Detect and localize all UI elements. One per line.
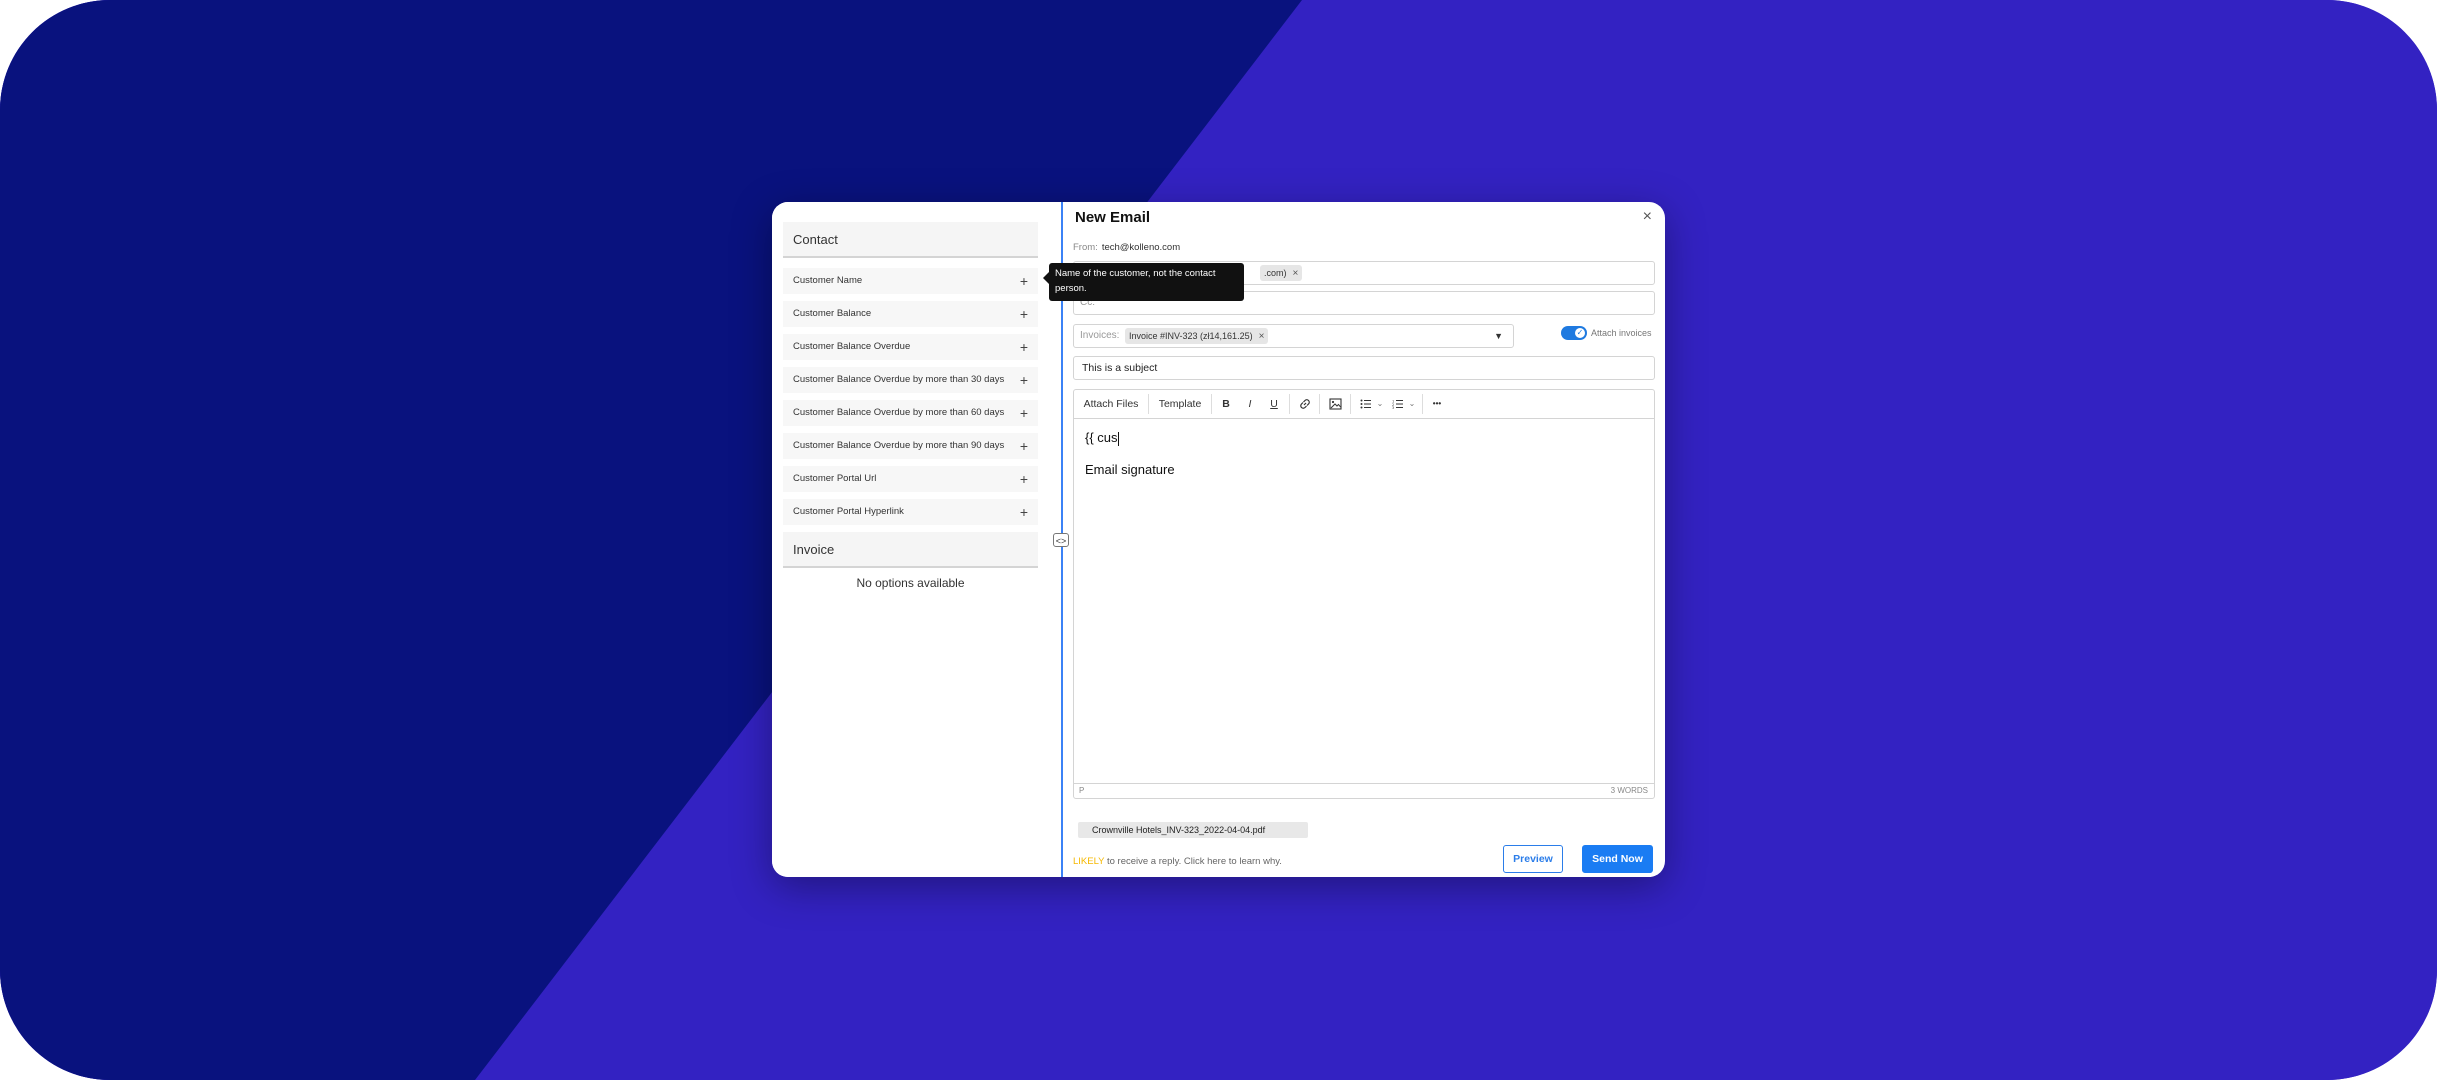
toolbar-divider <box>1350 394 1351 414</box>
email-signature: Email signature <box>1085 462 1175 477</box>
chevron-down-icon[interactable]: ⌄ <box>1406 390 1418 418</box>
toolbar-divider <box>1422 394 1423 414</box>
remove-recipient-icon[interactable]: × <box>1293 268 1299 279</box>
attach-invoices-toggle[interactable]: ✓ <box>1561 326 1587 340</box>
body-line-text: {{ cus <box>1085 430 1118 445</box>
bulleted-list-icon[interactable] <box>1356 390 1376 418</box>
likely-rest: to receive a reply. Click here to learn … <box>1104 856 1282 867</box>
underline-button[interactable]: U <box>1263 390 1285 418</box>
toolbar-divider <box>1289 394 1290 414</box>
variable-label: Customer Balance Overdue by more than 90… <box>793 440 1005 451</box>
italic-button[interactable]: I <box>1239 390 1261 418</box>
text-cursor <box>1117 431 1119 446</box>
code-toggle-icon[interactable]: <> <box>1053 533 1069 547</box>
plus-icon[interactable]: + <box>1020 268 1028 294</box>
variable-customer-balance[interactable]: Customer Balance + <box>783 301 1038 327</box>
variable-label: Customer Balance Overdue <box>793 341 911 352</box>
invoices-label: Invoices: <box>1080 330 1120 341</box>
invoice-chip: Invoice #INV-323 (zł14,161.25) × <box>1125 328 1269 344</box>
no-options-text: No options available <box>856 576 965 590</box>
chevron-down-icon[interactable]: ⌄ <box>1374 390 1386 418</box>
chevron-down-icon[interactable]: ▼ <box>1494 325 1503 347</box>
variable-label: Customer Balance Overdue by more than 30… <box>793 374 1005 385</box>
modal-title: New Email <box>1075 209 1151 226</box>
variable-overdue-30[interactable]: Customer Balance Overdue by more than 30… <box>783 367 1038 393</box>
editor-content[interactable]: {{ cus Email signature <box>1085 430 1645 477</box>
attach-invoices-label: Attach invoices <box>1591 328 1652 338</box>
variable-customer-name[interactable]: Customer Name + <box>783 268 1038 294</box>
section-contact: Contact <box>783 222 1038 258</box>
plus-icon[interactable]: + <box>1020 433 1028 459</box>
plus-icon[interactable]: + <box>1020 466 1028 492</box>
email-editor[interactable]: Attach Files Template B I U ⌄ 1 2 3 ⌄ ••… <box>1073 389 1655 799</box>
reply-likelihood[interactable]: LIKELY to receive a reply. Click here to… <box>1073 856 1282 867</box>
variable-overdue-60[interactable]: Customer Balance Overdue by more than 60… <box>783 400 1038 426</box>
variable-portal-url[interactable]: Customer Portal Url + <box>783 466 1038 492</box>
variable-portal-hyperlink[interactable]: Customer Portal Hyperlink + <box>783 499 1038 525</box>
numbered-list-icon[interactable]: 123 <box>1388 390 1408 418</box>
word-count: 3 WORDS <box>1610 786 1648 795</box>
recipient-chip-label: .com) <box>1264 268 1287 278</box>
email-form: New Email × From: tech@kolleno.com .com) ×… <box>1073 202 1658 877</box>
element-path: P <box>1079 786 1085 795</box>
recipient-chip: .com) × <box>1260 265 1303 281</box>
subject-field[interactable]: This is a subject <box>1073 356 1655 380</box>
plus-icon[interactable]: + <box>1020 334 1028 360</box>
from-value: tech@kolleno.com <box>1101 242 1181 253</box>
editor-statusbar: P 3 WORDS <box>1074 783 1654 798</box>
editor-toolbar: Attach Files Template B I U ⌄ 1 2 3 ⌄ ••… <box>1074 390 1654 419</box>
variable-label: Customer Portal Url <box>793 473 877 484</box>
svg-text:3: 3 <box>1392 406 1394 409</box>
plus-icon[interactable]: + <box>1020 367 1028 393</box>
send-now-button[interactable]: Send Now <box>1582 845 1653 873</box>
check-icon: ✓ <box>1575 328 1585 338</box>
template-button[interactable]: Template <box>1149 390 1211 418</box>
variable-customer-balance-overdue[interactable]: Customer Balance Overdue + <box>783 334 1038 360</box>
variables-panel: Contact Customer Name + Customer Balance… <box>772 202 1063 877</box>
invoices-field[interactable]: Invoices: Invoice #INV-323 (zł14,161.25)… <box>1073 324 1514 348</box>
invoice-chip-label: Invoice #INV-323 (zł14,161.25) <box>1129 331 1253 341</box>
screenshot-stage: Contact Customer Name + Customer Balance… <box>0 0 2437 1080</box>
remove-invoice-icon[interactable]: × <box>1259 331 1265 342</box>
preview-button[interactable]: Preview <box>1503 845 1563 873</box>
body-line: {{ cus <box>1085 430 1645 452</box>
section-invoice: Invoice <box>783 532 1038 568</box>
from-line: From: tech@kolleno.com <box>1073 242 1180 253</box>
plus-icon[interactable]: + <box>1020 400 1028 426</box>
variable-label: Customer Balance <box>793 308 872 319</box>
subject-value: This is a subject <box>1082 362 1158 374</box>
toolbar-divider <box>1211 394 1212 414</box>
link-icon[interactable] <box>1294 390 1316 418</box>
variable-overdue-90[interactable]: Customer Balance Overdue by more than 90… <box>783 433 1038 459</box>
new-email-modal: Contact Customer Name + Customer Balance… <box>772 202 1665 877</box>
variable-label: Customer Balance Overdue by more than 60… <box>793 407 1005 418</box>
toolbar-divider <box>1319 394 1320 414</box>
likely-word: LIKELY <box>1073 856 1105 867</box>
more-options-icon[interactable]: ••• <box>1426 390 1448 418</box>
attachment-item[interactable]: Crownville Hotels_INV-323_2022-04-04.pdf <box>1078 822 1308 838</box>
plus-icon[interactable]: + <box>1020 499 1028 525</box>
variable-label: Customer Portal Hyperlink <box>793 506 904 517</box>
close-icon[interactable]: × <box>1643 208 1652 226</box>
bold-button[interactable]: B <box>1215 390 1237 418</box>
attach-files-button[interactable]: Attach Files <box>1074 390 1148 418</box>
variable-label: Customer Name <box>793 275 863 286</box>
from-label: From: <box>1073 242 1098 253</box>
variable-tooltip: Name of the customer, not the contact pe… <box>1043 263 1244 301</box>
image-icon[interactable] <box>1324 390 1346 418</box>
plus-icon[interactable]: + <box>1020 301 1028 327</box>
